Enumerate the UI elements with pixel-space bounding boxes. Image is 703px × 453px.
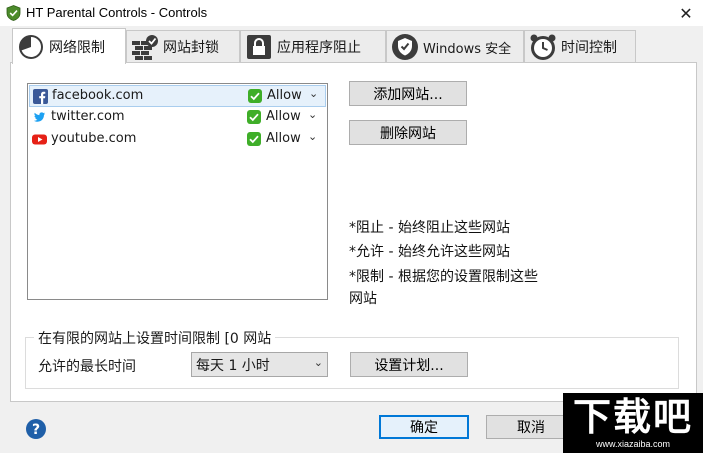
- list-item[interactable]: youtube.com Allow ⌄: [29, 129, 326, 151]
- tab-label: 应用程序阻止: [277, 40, 361, 56]
- site-list[interactable]: facebook.com Allow ⌄ twitter.com Allow ⌄: [27, 83, 328, 300]
- legend-allow: *允许 - 始终允许这些网站: [349, 244, 510, 260]
- status-dropdown[interactable]: Allow: [266, 131, 301, 146]
- chevron-down-icon[interactable]: ⌄: [308, 108, 317, 121]
- chevron-down-icon[interactable]: ⌄: [309, 87, 318, 100]
- watermark-text: 下载吧: [572, 395, 693, 439]
- allow-check-icon: [247, 132, 261, 146]
- allow-check-icon: [247, 110, 261, 124]
- pie-chart-icon: [19, 34, 43, 59]
- list-item[interactable]: twitter.com Allow ⌄: [29, 107, 326, 129]
- site-name: youtube.com: [51, 131, 137, 146]
- group-title: 在有限的网站上设置时间限制 [0 网站: [34, 328, 276, 348]
- ok-button[interactable]: 确定: [379, 415, 469, 439]
- tab-website-block[interactable]: 网站封锁: [126, 30, 240, 63]
- max-time-select[interactable]: 每天 1 小时 ⌄: [191, 352, 328, 377]
- time-limit-group: 在有限的网站上设置时间限制 [0 网站 允许的最长时间 每天 1 小时 ⌄ 设置…: [25, 328, 679, 389]
- padlock-icon: [247, 35, 271, 59]
- site-name: facebook.com: [52, 88, 144, 103]
- watermark: 下载吧 www.xiazaiba.com: [563, 393, 703, 453]
- tab-network-limit[interactable]: 网络限制: [12, 28, 126, 64]
- tab-label: 网络限制: [49, 39, 105, 56]
- legend-limit: *限制 - 根据您的设置限制这些网站: [349, 269, 538, 307]
- tab-time-control[interactable]: 时间控制: [524, 30, 636, 63]
- brick-wall-icon: [132, 35, 158, 60]
- help-icon[interactable]: ?: [25, 418, 47, 440]
- legend-block: *阻止 - 始终阻止这些网站: [349, 220, 510, 236]
- svg-text:?: ?: [32, 422, 40, 438]
- close-icon[interactable]: ✕: [669, 0, 703, 26]
- list-item[interactable]: facebook.com Allow ⌄: [29, 85, 326, 107]
- tab-label: 时间控制: [561, 40, 617, 56]
- facebook-icon: [33, 89, 48, 104]
- allow-check-icon: [248, 89, 262, 103]
- shield-check-icon: [392, 34, 418, 60]
- tab-panel-network-limit: facebook.com Allow ⌄ twitter.com Allow ⌄: [10, 62, 697, 402]
- add-site-button[interactable]: 添加网站...: [349, 81, 467, 106]
- tab-windows-security[interactable]: Windows 安全: [386, 30, 524, 63]
- set-schedule-button[interactable]: 设置计划...: [350, 352, 468, 377]
- youtube-icon: [32, 134, 47, 145]
- tab-label: 网站封锁: [163, 40, 219, 56]
- shield-logo-icon: [6, 5, 21, 21]
- window-title: HT Parental Controls - Controls: [26, 5, 208, 20]
- remove-site-button[interactable]: 删除网站: [349, 120, 467, 145]
- status-dropdown[interactable]: Allow: [267, 88, 302, 103]
- select-value: 每天 1 小时: [196, 357, 270, 374]
- watermark-url: www.xiazaiba.com: [595, 439, 671, 449]
- chevron-down-icon: ⌄: [313, 356, 323, 369]
- tab-app-block[interactable]: 应用程序阻止: [240, 30, 386, 63]
- tab-label: Windows 安全: [423, 41, 512, 57]
- alarm-clock-icon: [530, 34, 556, 60]
- title-bar: HT Parental Controls - Controls ✕: [0, 0, 703, 26]
- status-dropdown[interactable]: Allow: [266, 109, 301, 124]
- chevron-down-icon[interactable]: ⌄: [308, 130, 317, 143]
- twitter-icon: [34, 112, 45, 122]
- site-name: twitter.com: [51, 109, 125, 124]
- max-time-label: 允许的最长时间: [38, 359, 136, 375]
